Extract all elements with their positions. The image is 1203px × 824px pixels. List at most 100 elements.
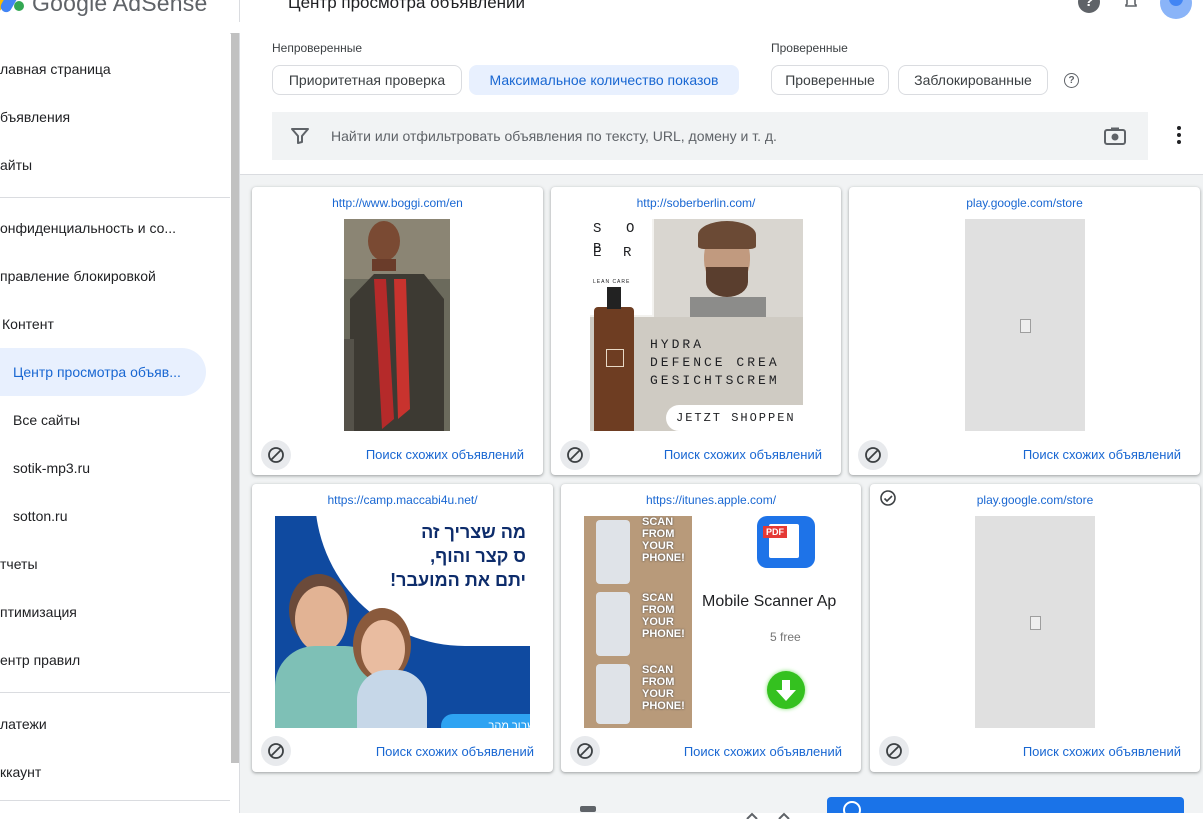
ad-creative-image[interactable]: מה שצריך זה ס קצר והוף, יתם את המועבר! ל… (275, 516, 530, 728)
sidebar-item-privacy[interactable]: онфиденциальность и со... (0, 204, 176, 252)
blocked-chip[interactable]: Заблокированные (898, 65, 1048, 95)
ad-creative-image[interactable]: SCAN FROM YOUR PHONE! SCAN FROM YOUR PHONE! SC… (584, 516, 839, 728)
ad-url[interactable]: play.google.com/store (849, 196, 1200, 210)
button-icon (843, 801, 861, 819)
sidebar-item-policy-center[interactable]: ентр правил (0, 636, 80, 684)
ad-url[interactable]: https://itunes.apple.com/ (561, 493, 861, 507)
find-similar-ads-link[interactable]: Поиск схожих объявлений (1023, 447, 1181, 462)
sidebar-item-home[interactable]: лавная страница (0, 45, 111, 93)
brand-letter: O (626, 221, 635, 237)
ad-card[interactable]: https://itunes.apple.com/ SCAN FROM YOUR PH… (561, 484, 861, 772)
sidebar-item-all-sites[interactable]: Все сайты (0, 396, 80, 444)
block-icon (567, 447, 583, 463)
help-icon[interactable]: ? (1078, 0, 1100, 13)
prev-page-icon[interactable] (745, 806, 759, 820)
unreviewed-group-label: Непроверенные (272, 41, 362, 55)
block-ad-button[interactable] (570, 736, 600, 766)
ad-url[interactable]: https://camp.maccabi4u.net/ (252, 493, 553, 507)
app-subtitle: 5 free (770, 630, 801, 644)
account-avatar[interactable] (1160, 0, 1192, 19)
sidebar-item-optimization[interactable]: птимизация (0, 588, 77, 636)
find-similar-ads-link[interactable]: Поиск схожих объявлений (1023, 744, 1181, 759)
brand-tagline: LEAN CARE (593, 279, 631, 285)
block-icon (865, 447, 881, 463)
page-title: Центр просмотра объявлений (288, 0, 526, 12)
ad-card[interactable]: https://camp.maccabi4u.net/ מה שצריך זה … (252, 484, 553, 772)
ad-card[interactable]: http://www.boggi.com/en Поиск схожих объ… (252, 187, 543, 475)
scan-text-block: SCAN FROM YOUR PHONE! (642, 516, 685, 564)
sidebar-item-site-sotton[interactable]: sotton.ru (0, 492, 67, 540)
block-ad-button[interactable] (858, 440, 888, 470)
max-impressions-chip[interactable]: Максимальное количество показов (469, 65, 739, 95)
app-title: Mobile Scanner Ap (702, 593, 837, 610)
sidebar-item-account[interactable]: ккаунт (0, 748, 41, 796)
sidebar-item-label: sotton.ru (13, 508, 68, 524)
sidebar-item-label: правление блокировкой (0, 268, 156, 284)
sidebar-item-label: бъявления (0, 109, 71, 125)
block-icon (577, 743, 593, 759)
headline-line: HYDRA (650, 337, 705, 352)
ad-cta: לשבור מהר (441, 714, 530, 728)
sidebar-item-payments[interactable]: латежи (0, 700, 47, 748)
top-app-bar: Google AdSense Центр просмотра объявлени… (0, 0, 1203, 34)
ad-card[interactable]: play.google.com/store Поиск схожих объяв… (870, 484, 1200, 772)
ad-creative-placeholder[interactable] (965, 219, 1085, 431)
block-ad-button[interactable] (261, 736, 291, 766)
sidebar-item-ad-review-center[interactable]: Центр просмотра объяв... (0, 348, 206, 396)
screenshot-camera-icon[interactable] (1104, 127, 1126, 145)
block-ad-button[interactable] (261, 440, 291, 470)
sidebar-nav: лавная страница бъявления айты онфиденци… (0, 33, 230, 813)
headline-line: יתם את המועבר! (390, 570, 526, 590)
headline-line: מה שצריך זה (421, 522, 526, 542)
ad-creative-image[interactable]: S O B E R LEAN CARE HYDRA DEFENCE CREA G… (590, 219, 803, 431)
model-photo (654, 219, 803, 317)
find-similar-ads-link[interactable]: Поиск схожих объявлений (376, 744, 534, 759)
broken-image-icon (1030, 616, 1041, 630)
ad-url[interactable]: play.google.com/store (870, 493, 1200, 507)
block-ad-button[interactable] (879, 736, 909, 766)
ad-creative-placeholder[interactable] (975, 516, 1095, 728)
priority-review-chip[interactable]: Приоритетная проверка (272, 65, 462, 95)
ad-creative-image[interactable] (344, 219, 450, 431)
ad-url[interactable]: http://soberberlin.com/ (551, 196, 841, 210)
sidebar-divider (0, 197, 230, 198)
filter-icon[interactable] (291, 128, 309, 144)
ad-url[interactable]: http://www.boggi.com/en (252, 196, 543, 210)
sidebar-item-label: ентр правил (0, 652, 81, 668)
sidebar-item-blocking[interactable]: правление блокировкой (0, 252, 156, 300)
sidebar-item-site-sotik[interactable]: sotik-mp3.ru (0, 444, 90, 492)
sidebar-item-reports[interactable]: тчеты (0, 540, 38, 588)
sidebar-divider (0, 800, 230, 801)
primary-action-button[interactable] (827, 797, 1184, 819)
help-circle-icon[interactable]: ? (1064, 73, 1079, 88)
sidebar-item-ads[interactable]: бъявления (0, 93, 70, 141)
ad-card[interactable]: play.google.com/store Поиск схожих объяв… (849, 187, 1200, 475)
broken-image-icon (1020, 319, 1031, 333)
sidebar-item-label: айты (0, 157, 33, 173)
sidebar-scrollbar[interactable] (231, 33, 239, 763)
filter-panel: Непроверенные Проверенные Приоритетная п… (240, 33, 1203, 175)
brand-panel: S O B E R LEAN CARE (590, 219, 652, 315)
reviewed-group-label: Проверенные (771, 41, 848, 55)
pdf-app-icon: PDF (757, 516, 815, 568)
find-similar-ads-link[interactable]: Поиск схожих объявлений (664, 447, 822, 462)
next-page-icon[interactable] (777, 806, 791, 820)
ad-card[interactable]: http://soberberlin.com/ S O B E R LEAN C… (551, 187, 841, 475)
scan-strip: SCAN FROM YOUR PHONE! SCAN FROM YOUR PHONE! SC… (584, 516, 692, 728)
serum-bottle (594, 287, 634, 431)
find-similar-ads-link[interactable]: Поиск схожих объявлений (684, 744, 842, 759)
block-ad-button[interactable] (560, 440, 590, 470)
search-input[interactable] (329, 127, 1093, 145)
sidebar-item-label: Центр просмотра объяв... (13, 364, 181, 380)
find-similar-ads-link[interactable]: Поиск схожих объявлений (366, 447, 524, 462)
sidebar-item-label: птимизация (0, 604, 77, 620)
reviewed-chip[interactable]: Проверенные (771, 65, 889, 95)
sidebar-item-sites[interactable]: айты (0, 141, 32, 189)
adsense-logo[interactable]: Google AdSense (0, 0, 207, 17)
notifications-bell-icon[interactable] (1123, 0, 1139, 10)
more-vert-icon[interactable] (1177, 126, 1181, 147)
sidebar-item-content[interactable]: Контент (0, 300, 54, 348)
search-bar[interactable] (272, 112, 1148, 160)
shop-now-cta: JETZT SHOPPEN (666, 405, 803, 431)
sidebar-item-label: ккаунт (0, 764, 42, 780)
